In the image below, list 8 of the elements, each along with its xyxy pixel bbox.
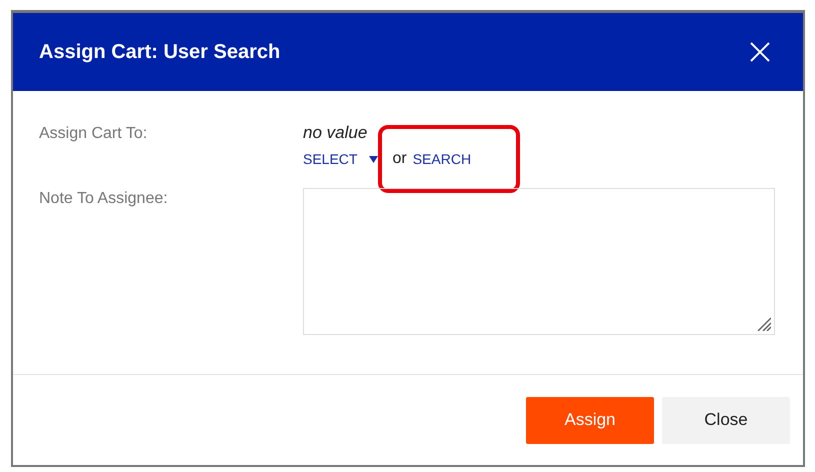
close-button[interactable]: Close [662,396,790,444]
search-link[interactable]: SEARCH [412,151,472,167]
field-label: Assign Cart To: [39,124,148,144]
or-text: or [392,150,407,168]
dialog-title: Assign Cart: User Search [39,40,280,64]
field-label: Note To Assignee: [39,189,169,209]
field-value: no value [303,123,368,142]
select-link[interactable]: SELECT [303,151,358,167]
